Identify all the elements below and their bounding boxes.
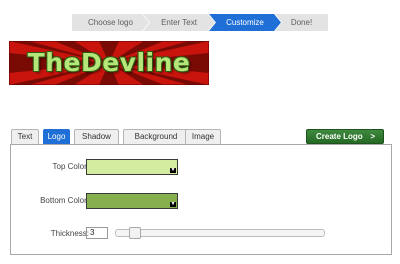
tab-logo[interactable]: Logo xyxy=(43,129,70,144)
bottom-color-picker[interactable]: ▼ xyxy=(86,193,178,209)
tab-image[interactable]: Image xyxy=(185,129,221,144)
step-done[interactable]: Done! xyxy=(275,14,328,31)
create-logo-label: Create Logo xyxy=(316,132,363,141)
chevron-down-icon: ▼ xyxy=(170,201,176,207)
chevron-right-icon: > xyxy=(370,132,375,141)
step-label: Done! xyxy=(290,18,313,27)
thickness-label: Thickness: xyxy=(50,229,89,238)
step-label: Enter Text xyxy=(161,18,197,27)
chevron-down-icon: ▼ xyxy=(170,167,176,173)
logo-maker-page: Choose logo Enter Text Customize Done! T… xyxy=(0,0,400,264)
step-choose-logo[interactable]: Choose logo xyxy=(72,14,149,31)
thickness-slider-thumb[interactable] xyxy=(129,227,141,239)
thickness-input[interactable]: 3 xyxy=(86,227,108,239)
logo-settings-panel: Top Color: ▼ Bottom Color: ▼ Thickness: … xyxy=(10,144,392,255)
create-logo-button[interactable]: Create Logo > xyxy=(306,129,384,144)
top-color-picker[interactable]: ▼ xyxy=(86,159,178,175)
step-label: Customize xyxy=(226,18,264,27)
wizard-steps: Choose logo Enter Text Customize Done! xyxy=(72,14,328,31)
tab-background[interactable]: Background xyxy=(123,129,189,144)
logo-preview: TheDevline xyxy=(9,41,209,85)
tab-text[interactable]: Text xyxy=(11,129,39,144)
step-customize[interactable]: Customize xyxy=(209,14,281,31)
step-label: Choose logo xyxy=(88,18,133,27)
logo-text: TheDevline xyxy=(27,48,191,77)
thickness-slider-track[interactable] xyxy=(115,229,325,237)
tab-shadow[interactable]: Shadow xyxy=(74,129,119,144)
top-color-label: Top Color: xyxy=(52,162,89,171)
step-enter-text[interactable]: Enter Text xyxy=(143,14,215,31)
bottom-color-label: Bottom Color: xyxy=(40,196,89,205)
